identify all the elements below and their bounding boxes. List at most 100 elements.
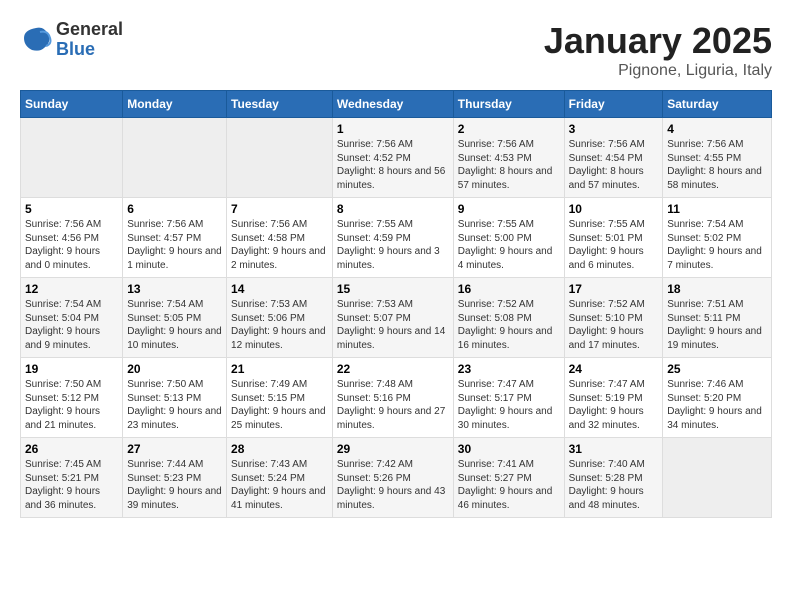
day-number: 22 bbox=[337, 362, 449, 376]
day-cell: 22 Sunrise: 7:48 AM Sunset: 5:16 PM Dayli… bbox=[332, 358, 453, 438]
day-info: Sunrise: 7:51 AM Sunset: 5:11 PM Dayligh… bbox=[667, 298, 767, 352]
day-cell: 21Sunrise: 7:49 AM Sunset: 5:15 PM Dayli… bbox=[227, 358, 333, 438]
day-info: Sunrise: 7:52 AM Sunset: 5:10 PM Dayligh… bbox=[569, 298, 659, 352]
day-info: Sunrise: 7:56 AM Sunset: 4:55 PM Dayligh… bbox=[667, 138, 767, 192]
day-cell: 19 Sunrise: 7:50 AM Sunset: 5:12 PM Dayli… bbox=[21, 358, 123, 438]
header-tuesday: Tuesday bbox=[227, 91, 333, 118]
day-number: 9 bbox=[458, 202, 560, 216]
day-number: 1 bbox=[337, 122, 449, 136]
day-info: Sunrise: 7:46 AM Sunset: 5:20 PM Dayligh… bbox=[667, 378, 767, 432]
day-info: Sunrise: 7:56 AM Sunset: 4:53 PM Dayligh… bbox=[458, 138, 560, 192]
day-number: 24 bbox=[569, 362, 659, 376]
day-number: 12 bbox=[25, 282, 118, 296]
day-number: 13 bbox=[127, 282, 222, 296]
day-info: Sunrise: 7:52 AM Sunset: 5:08 PM Dayligh… bbox=[458, 298, 560, 352]
day-number: 10 bbox=[569, 202, 659, 216]
header-saturday: Saturday bbox=[663, 91, 772, 118]
day-number: 28 bbox=[231, 442, 328, 456]
day-number: 14 bbox=[231, 282, 328, 296]
day-number: 11 bbox=[667, 202, 767, 216]
day-cell: 6Sunrise: 7:56 AM Sunset: 4:57 PM Daylig… bbox=[123, 198, 227, 278]
day-info: Sunrise: 7:56 AM Sunset: 4:58 PM Dayligh… bbox=[231, 218, 328, 272]
day-info: Sunrise: 7:53 AM Sunset: 5:07 PM Dayligh… bbox=[337, 298, 449, 352]
day-cell bbox=[21, 118, 123, 198]
title-block: January 2025 Pignone, Liguria, Italy bbox=[544, 20, 772, 80]
day-number: 19 bbox=[25, 362, 118, 376]
day-info: Sunrise: 7:47 AM Sunset: 5:17 PM Dayligh… bbox=[458, 378, 560, 432]
calendar-table: SundayMondayTuesdayWednesdayThursdayFrid… bbox=[20, 90, 772, 518]
day-number: 3 bbox=[569, 122, 659, 136]
day-cell: 30Sunrise: 7:41 AM Sunset: 5:27 PM Dayli… bbox=[453, 438, 564, 518]
day-number: 31 bbox=[569, 442, 659, 456]
day-cell: 17 Sunrise: 7:52 AM Sunset: 5:10 PM Dayli… bbox=[564, 278, 663, 358]
day-cell: 13 Sunrise: 7:54 AM Sunset: 5:05 PM Dayli… bbox=[123, 278, 227, 358]
header-monday: Monday bbox=[123, 91, 227, 118]
day-number: 2 bbox=[458, 122, 560, 136]
day-info: Sunrise: 7:41 AM Sunset: 5:27 PM Dayligh… bbox=[458, 458, 560, 512]
day-cell: 16 Sunrise: 7:52 AM Sunset: 5:08 PM Dayli… bbox=[453, 278, 564, 358]
day-info: Sunrise: 7:50 AM Sunset: 5:12 PM Dayligh… bbox=[25, 378, 118, 432]
day-number: 27 bbox=[127, 442, 222, 456]
day-info: Sunrise: 7:47 AM Sunset: 5:19 PM Dayligh… bbox=[569, 378, 659, 432]
day-number: 6 bbox=[127, 202, 222, 216]
day-info: Sunrise: 7:54 AM Sunset: 5:05 PM Dayligh… bbox=[127, 298, 222, 352]
logo-blue-text: Blue bbox=[56, 40, 123, 60]
header-wednesday: Wednesday bbox=[332, 91, 453, 118]
day-cell: 29Sunrise: 7:42 AM Sunset: 5:26 PM Dayli… bbox=[332, 438, 453, 518]
day-info: Sunrise: 7:55 AM Sunset: 4:59 PM Dayligh… bbox=[337, 218, 449, 272]
day-number: 20 bbox=[127, 362, 222, 376]
day-info: Sunrise: 7:56 AM Sunset: 4:56 PM Dayligh… bbox=[25, 218, 118, 272]
day-number: 25 bbox=[667, 362, 767, 376]
day-number: 29 bbox=[337, 442, 449, 456]
day-info: Sunrise: 7:56 AM Sunset: 4:54 PM Dayligh… bbox=[569, 138, 659, 192]
day-info: Sunrise: 7:56 AM Sunset: 4:52 PM Dayligh… bbox=[337, 138, 449, 192]
day-number: 21 bbox=[231, 362, 328, 376]
day-number: 8 bbox=[337, 202, 449, 216]
day-cell: 23 Sunrise: 7:47 AM Sunset: 5:17 PM Dayli… bbox=[453, 358, 564, 438]
day-cell bbox=[227, 118, 333, 198]
day-cell: 9 Sunrise: 7:55 AM Sunset: 5:00 PM Daylig… bbox=[453, 198, 564, 278]
week-row-5: 26Sunrise: 7:45 AM Sunset: 5:21 PM Dayli… bbox=[21, 438, 772, 518]
week-row-1: 1 Sunrise: 7:56 AM Sunset: 4:52 PM Daylig… bbox=[21, 118, 772, 198]
day-cell: 15Sunrise: 7:53 AM Sunset: 5:07 PM Dayli… bbox=[332, 278, 453, 358]
day-cell: 4 Sunrise: 7:56 AM Sunset: 4:55 PM Daylig… bbox=[663, 118, 772, 198]
day-cell: 27Sunrise: 7:44 AM Sunset: 5:23 PM Dayli… bbox=[123, 438, 227, 518]
day-info: Sunrise: 7:48 AM Sunset: 5:16 PM Dayligh… bbox=[337, 378, 449, 432]
day-cell: 7Sunrise: 7:56 AM Sunset: 4:58 PM Daylig… bbox=[227, 198, 333, 278]
day-cell: 11 Sunrise: 7:54 AM Sunset: 5:02 PM Dayli… bbox=[663, 198, 772, 278]
day-number: 18 bbox=[667, 282, 767, 296]
day-number: 17 bbox=[569, 282, 659, 296]
day-cell: 28Sunrise: 7:43 AM Sunset: 5:24 PM Dayli… bbox=[227, 438, 333, 518]
page-header: General Blue January 2025 Pignone, Ligur… bbox=[20, 20, 772, 80]
day-info: Sunrise: 7:55 AM Sunset: 5:00 PM Dayligh… bbox=[458, 218, 560, 272]
calendar-title: January 2025 bbox=[544, 20, 772, 62]
day-cell: 10 Sunrise: 7:55 AM Sunset: 5:01 PM Dayli… bbox=[564, 198, 663, 278]
day-cell: 12Sunrise: 7:54 AM Sunset: 5:04 PM Dayli… bbox=[21, 278, 123, 358]
calendar-body: 1 Sunrise: 7:56 AM Sunset: 4:52 PM Daylig… bbox=[21, 118, 772, 518]
day-cell: 26Sunrise: 7:45 AM Sunset: 5:21 PM Dayli… bbox=[21, 438, 123, 518]
day-cell bbox=[123, 118, 227, 198]
day-cell bbox=[663, 438, 772, 518]
header-friday: Friday bbox=[564, 91, 663, 118]
logo-text: General Blue bbox=[56, 20, 123, 60]
day-number: 5 bbox=[25, 202, 118, 216]
day-number: 16 bbox=[458, 282, 560, 296]
logo-general-text: General bbox=[56, 20, 123, 40]
day-number: 4 bbox=[667, 122, 767, 136]
day-cell: 25 Sunrise: 7:46 AM Sunset: 5:20 PM Dayli… bbox=[663, 358, 772, 438]
day-info: Sunrise: 7:40 AM Sunset: 5:28 PM Dayligh… bbox=[569, 458, 659, 512]
calendar-location: Pignone, Liguria, Italy bbox=[544, 62, 772, 80]
day-info: Sunrise: 7:45 AM Sunset: 5:21 PM Dayligh… bbox=[25, 458, 118, 512]
day-info: Sunrise: 7:55 AM Sunset: 5:01 PM Dayligh… bbox=[569, 218, 659, 272]
week-row-2: 5 Sunrise: 7:56 AM Sunset: 4:56 PM Daylig… bbox=[21, 198, 772, 278]
day-cell: 18 Sunrise: 7:51 AM Sunset: 5:11 PM Dayli… bbox=[663, 278, 772, 358]
header-thursday: Thursday bbox=[453, 91, 564, 118]
day-number: 23 bbox=[458, 362, 560, 376]
calendar-header: SundayMondayTuesdayWednesdayThursdayFrid… bbox=[21, 91, 772, 118]
day-cell: 31 Sunrise: 7:40 AM Sunset: 5:28 PM Dayli… bbox=[564, 438, 663, 518]
day-info: Sunrise: 7:53 AM Sunset: 5:06 PM Dayligh… bbox=[231, 298, 328, 352]
week-row-3: 12Sunrise: 7:54 AM Sunset: 5:04 PM Dayli… bbox=[21, 278, 772, 358]
day-cell: 3 Sunrise: 7:56 AM Sunset: 4:54 PM Daylig… bbox=[564, 118, 663, 198]
day-info: Sunrise: 7:54 AM Sunset: 5:02 PM Dayligh… bbox=[667, 218, 767, 272]
day-cell: 8 Sunrise: 7:55 AM Sunset: 4:59 PM Daylig… bbox=[332, 198, 453, 278]
